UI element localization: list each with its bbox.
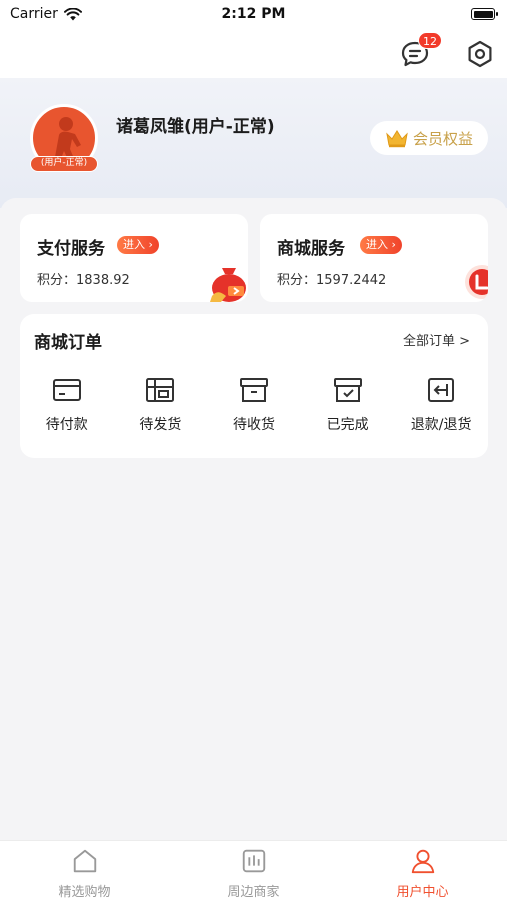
top-actions: 12 xyxy=(0,30,507,78)
order-refund-return-label: 退款/退货 xyxy=(410,417,472,433)
bottom-tab-bar: 精选购物 周边商家 用户中心 xyxy=(0,840,507,900)
mall-enter-label: 进入 xyxy=(366,238,388,251)
all-orders-link[interactable]: 全部订单 > xyxy=(403,330,470,349)
tab-featured-shopping[interactable]: 精选购物 xyxy=(0,841,169,900)
order-status-row: 待付款 待发货 待收货 已完成 退款/退货 xyxy=(20,376,488,446)
member-benefits-button[interactable]: 会员权益 xyxy=(370,121,488,155)
crown-icon xyxy=(386,130,408,148)
member-benefits-label: 会员权益 xyxy=(412,129,473,148)
coupon-icon xyxy=(465,265,488,299)
avatar-status-tag: (用户-正常) xyxy=(30,156,98,172)
box-icon xyxy=(239,378,268,402)
tab-nearby-merchants[interactable]: 周边商家 xyxy=(169,841,338,900)
mall-points-value: 1597.2442 xyxy=(316,273,387,288)
tab-user-center-label: 用户中心 xyxy=(396,885,449,900)
box-check-icon xyxy=(333,378,362,402)
money-bag-icon xyxy=(210,268,246,302)
payment-points-value: 1838.92 xyxy=(76,273,130,288)
mall-enter-button[interactable]: 进入 › xyxy=(360,236,402,254)
tab-featured-shopping-label: 精选购物 xyxy=(58,885,111,900)
payment-service-title: 支付服务 xyxy=(37,239,105,259)
order-completed-label: 已完成 xyxy=(326,417,369,433)
home-icon xyxy=(73,849,96,873)
payment-enter-button[interactable]: 进入 › xyxy=(117,236,159,254)
order-pending-payment[interactable]: 待付款 xyxy=(20,376,114,446)
order-completed[interactable]: 已完成 xyxy=(301,376,395,446)
store-icon xyxy=(146,378,175,402)
mall-points-label: 积分： xyxy=(277,273,317,288)
settings-icon[interactable] xyxy=(464,38,496,70)
payment-enter-label: 进入 xyxy=(123,238,145,251)
order-pending-shipment-label: 待发货 xyxy=(139,417,182,433)
profile-header: (用户-正常) 诸葛凤雏(用户-正常) 会员权益 xyxy=(0,78,507,208)
user-icon xyxy=(411,849,434,874)
user-name: 诸葛凤雏(用户-正常) xyxy=(116,117,275,137)
orders-title: 商城订单 xyxy=(34,333,102,353)
tab-user-center[interactable]: 用户中心 xyxy=(338,841,507,900)
tab-nearby-merchants-label: 周边商家 xyxy=(227,885,280,900)
order-pending-shipment[interactable]: 待发货 xyxy=(114,376,208,446)
mall-orders-card: 商城订单 全部订单 > 待付款 待发货 待收货 已完成 退款/退货 xyxy=(20,314,488,458)
battery-icon xyxy=(471,8,498,20)
message-badge: 12 xyxy=(418,32,442,49)
payment-points: 积分：1838.92 xyxy=(37,269,130,288)
status-time: 2:12 PM xyxy=(221,6,286,22)
main-content: 支付服务 进入 › 积分：1838.92 商城服务 进入 › 积分：1597.2… xyxy=(0,198,507,840)
order-refund-return[interactable]: 退款/退货 xyxy=(394,376,488,446)
card-icon xyxy=(52,379,81,401)
return-icon xyxy=(428,378,455,402)
mall-service-card[interactable]: 商城服务 进入 › 积分：1597.2442 xyxy=(260,214,488,302)
order-pending-receipt-label: 待收货 xyxy=(232,417,275,433)
payment-service-card[interactable]: 支付服务 进入 › 积分：1838.92 xyxy=(20,214,248,302)
mall-service-title: 商城服务 xyxy=(277,239,345,259)
payment-points-label: 积分： xyxy=(37,273,77,288)
mall-points: 积分：1597.2442 xyxy=(277,269,386,288)
order-pending-receipt[interactable]: 待收货 xyxy=(207,376,301,446)
order-pending-payment-label: 待付款 xyxy=(45,417,88,433)
chart-icon xyxy=(242,849,265,873)
status-bar: Carrier 2:12 PM xyxy=(0,0,507,30)
